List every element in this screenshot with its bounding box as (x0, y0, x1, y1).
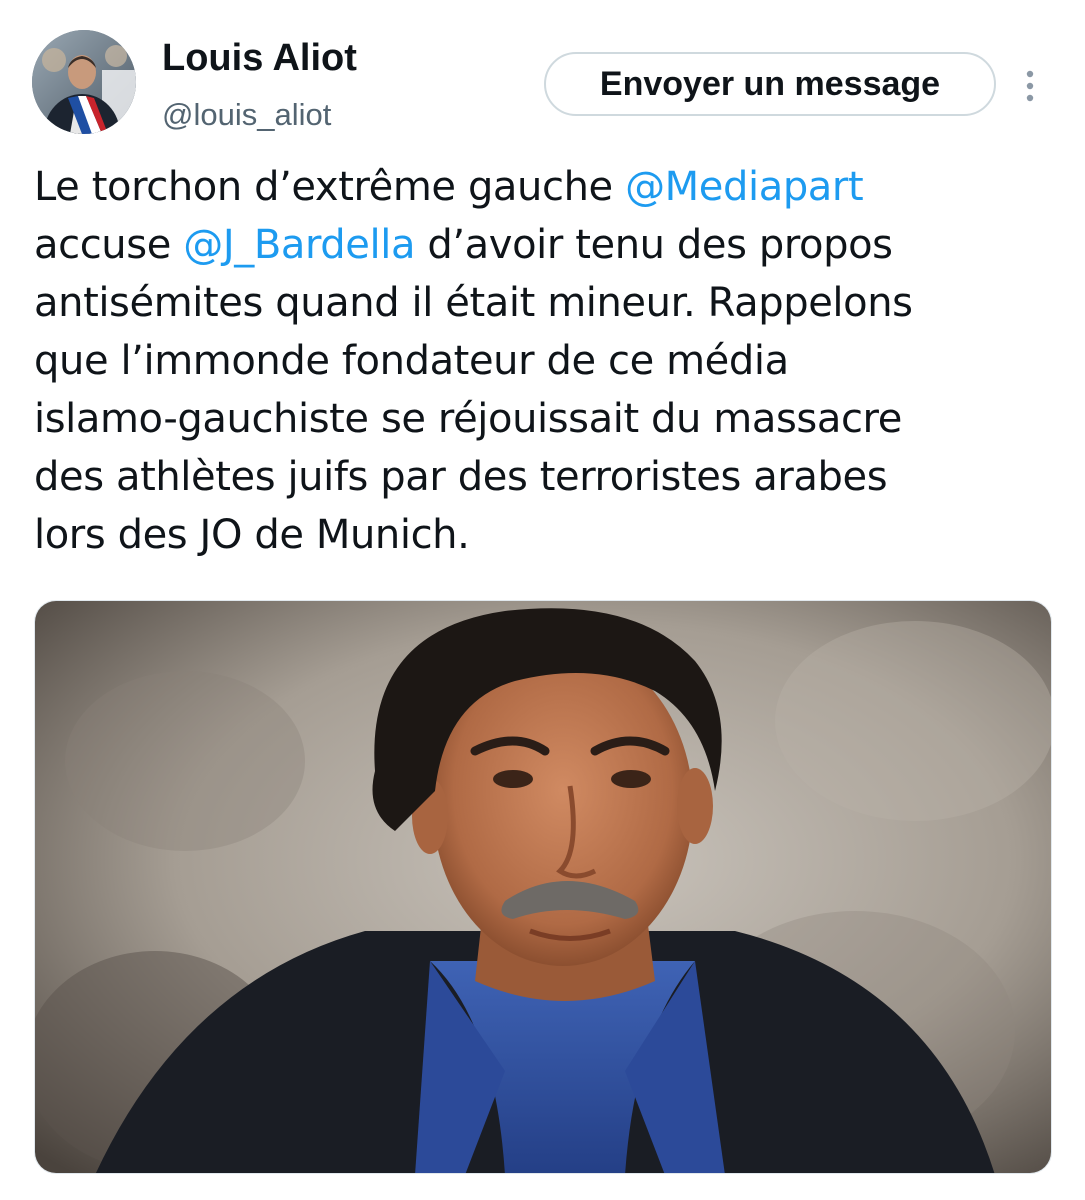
tweet-line: Le torchon d’extrême gauche @Mediapart (34, 158, 1064, 216)
text-segment: accuse (34, 222, 184, 268)
author-handle[interactable]: @louis_aliot (162, 96, 331, 134)
tweet-header: Louis Aliot @louis_aliot Envoyer un mess… (0, 0, 1085, 150)
tweet-line: islamo-gauchiste se réjouissait du massa… (34, 396, 902, 442)
tweet-line: des athlètes juifs par des terroristes a… (34, 454, 888, 500)
mention-mediapart[interactable]: @Mediapart (625, 164, 864, 210)
text-segment: Le torchon d’extrême gauche (34, 164, 626, 210)
send-message-button[interactable]: Envoyer un message (544, 52, 996, 116)
tweet-line: que l’immonde fondateur de ce média (34, 338, 789, 384)
author-name[interactable]: Louis Aliot (162, 36, 357, 80)
tweet-photo[interactable] (34, 600, 1052, 1174)
tweet-line: lors des JO de Munich. (34, 512, 470, 558)
tweet-line: accuse @J_Bardella d’avoir tenu des prop… (34, 216, 1064, 274)
author-avatar[interactable] (32, 30, 136, 134)
tweet-text: Le torchon d’extrême gauche @Mediapart a… (34, 158, 1064, 564)
mention-j-bardella[interactable]: @J_Bardella (183, 222, 415, 268)
tweet-line: antisémites quand il était mineur. Rappe… (34, 280, 913, 326)
more-options-icon[interactable] (1012, 66, 1048, 106)
text-segment: d’avoir tenu des propos (415, 222, 893, 268)
